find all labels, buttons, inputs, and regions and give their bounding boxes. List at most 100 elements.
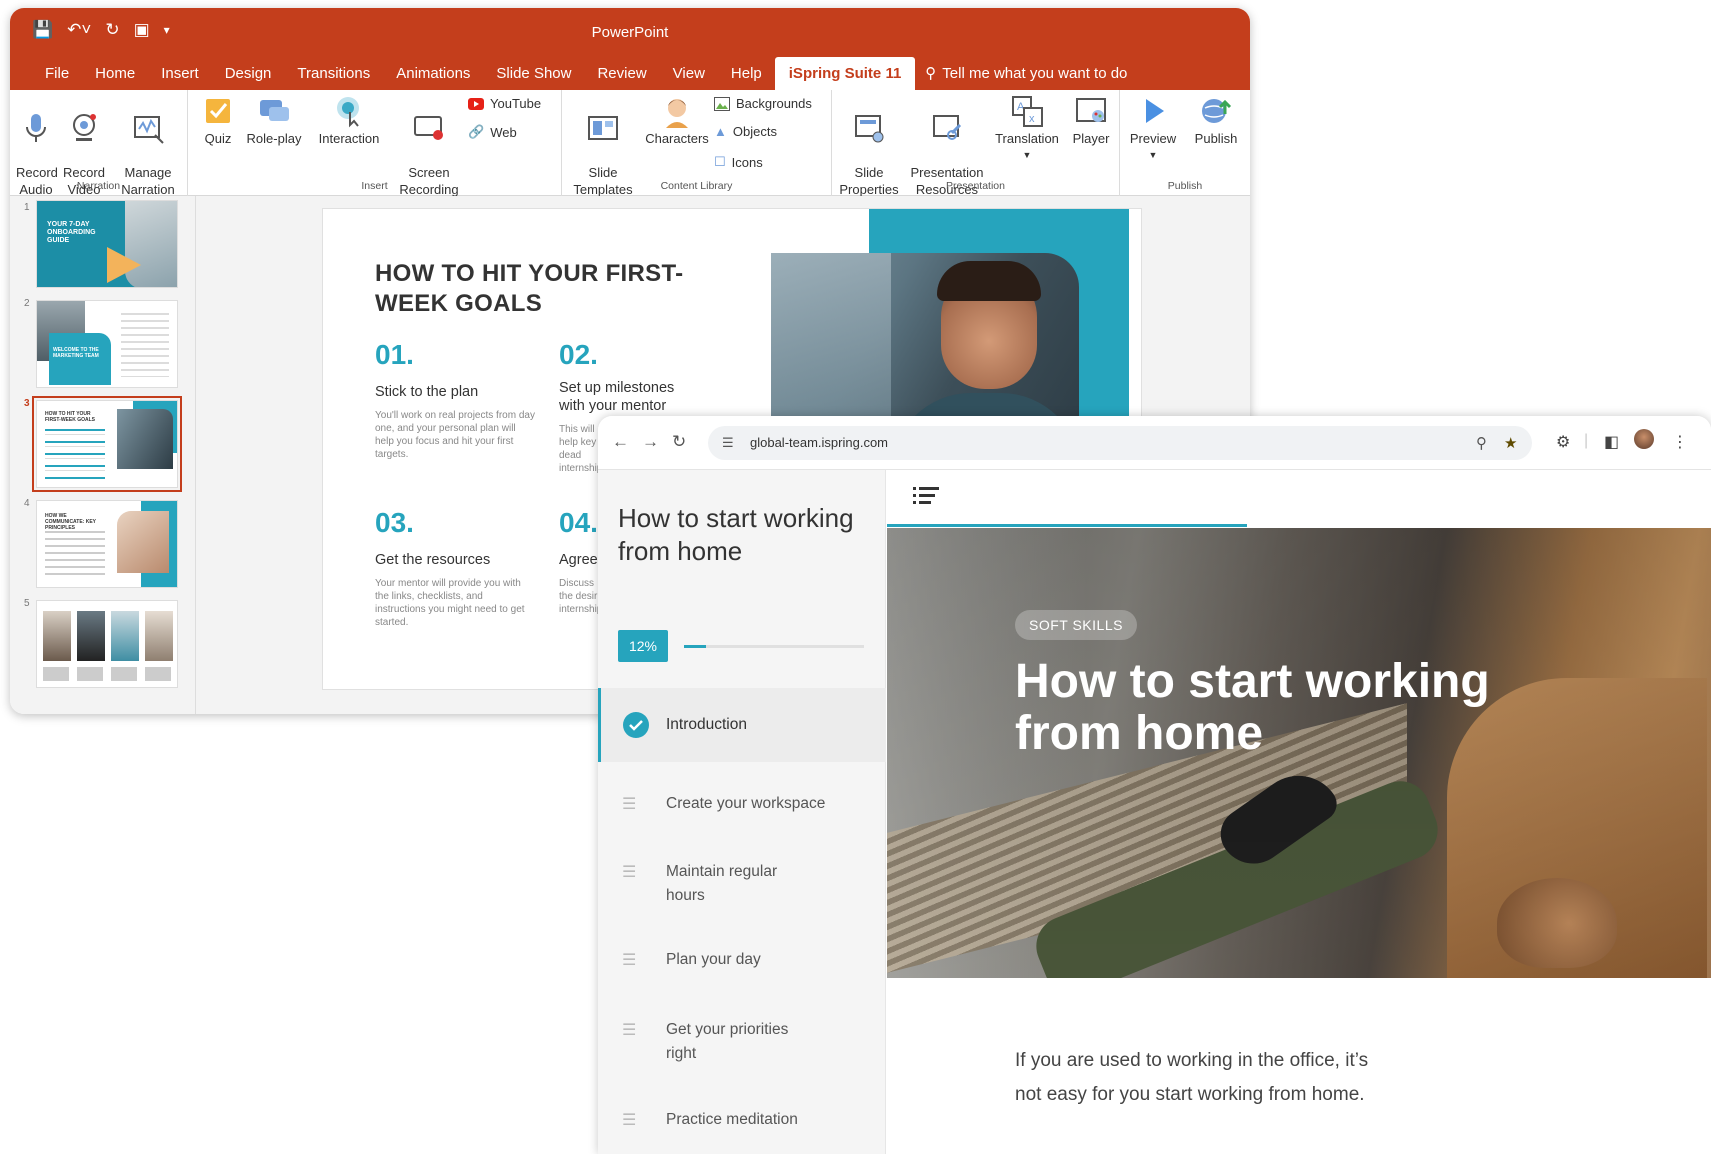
- objects-button[interactable]: ▲ Objects: [714, 124, 777, 139]
- timeline-icon: [134, 116, 164, 144]
- lesson-item[interactable]: ☰ Plan your day: [598, 934, 886, 990]
- thumb-number: 1: [24, 202, 30, 213]
- backgrounds-button[interactable]: Backgrounds: [714, 96, 812, 111]
- player-button[interactable]: Player: [1066, 94, 1116, 147]
- tell-me-box[interactable]: ⚲ Tell me what you want to do: [915, 64, 1127, 90]
- forward-icon[interactable]: →: [642, 432, 659, 452]
- item-heading: Get the resources: [375, 552, 491, 568]
- tab-insert[interactable]: Insert: [148, 65, 212, 90]
- more-menu-icon[interactable]: ⋮: [1672, 432, 1688, 452]
- back-icon[interactable]: ←: [612, 432, 629, 452]
- play-icon: [1146, 99, 1164, 123]
- slide-thumbnail-4[interactable]: HOW WE COMMUNICATE: KEY PRINCIPLES: [36, 500, 178, 588]
- reload-icon[interactable]: ↻: [672, 432, 686, 452]
- browser-window: ← → ↻ ☰ global-team.ispring.com ⚲ ★ ⚙ | …: [598, 416, 1711, 1154]
- item-text: Your mentor will provide you with the li…: [375, 578, 525, 628]
- lightbulb-icon: ⚲: [925, 65, 937, 82]
- lesson-body-text: If you are used to working in the office…: [1015, 1050, 1369, 1105]
- preview-dropdown-icon: ▼: [1148, 150, 1158, 160]
- thumb-number: 3: [24, 398, 30, 409]
- tab-home[interactable]: Home: [82, 65, 148, 90]
- player-icon: [1076, 98, 1106, 122]
- thumb-number: 2: [24, 298, 30, 309]
- link-icon: 🔗: [468, 124, 485, 139]
- role-play-icon: [260, 100, 289, 121]
- quiz-button[interactable]: Quiz: [198, 94, 238, 147]
- quiz-icon: [206, 99, 230, 123]
- site-settings-icon[interactable]: ☰: [722, 435, 734, 451]
- group-narration: Record Audio Record Video Manage Narrati…: [10, 90, 188, 197]
- translation-button[interactable]: Ax Translation ▼: [992, 94, 1062, 164]
- lesson-label: Introduction: [666, 716, 747, 733]
- thumb-1-triangle: [107, 247, 141, 283]
- tab-view[interactable]: View: [660, 65, 718, 90]
- outline-menu-icon[interactable]: [911, 484, 941, 508]
- slide-title: HOW TO HIT YOUR FIRST-WEEK GOALS: [375, 260, 684, 317]
- slide-thumbnails-pane: 1 YOUR 7-DAY ONBOARDING GUIDE 2 WELCOME …: [10, 196, 196, 714]
- lesson-content: SOFT SKILLS How to start working from ho…: [887, 470, 1711, 1154]
- person-hair: [937, 261, 1041, 301]
- lesson-item[interactable]: ☰ Practice meditation: [598, 1094, 886, 1150]
- tab-file[interactable]: File: [32, 65, 82, 90]
- content-header: [887, 470, 1711, 526]
- category-tag: SOFT SKILLS: [1015, 610, 1137, 640]
- slide-thumbnail-3[interactable]: HOW TO HIT YOUR FIRST-WEEK GOALS: [32, 396, 182, 492]
- reading-progress-bar: [887, 524, 1247, 527]
- web-button[interactable]: 🔗 Web: [468, 124, 517, 140]
- youtube-icon: [468, 97, 484, 110]
- tell-me-text: Tell me what you want to do: [942, 64, 1128, 82]
- tab-transitions[interactable]: Transitions: [284, 65, 383, 90]
- presentation-group-label: Presentation: [946, 180, 1005, 192]
- tab-review[interactable]: Review: [584, 65, 659, 90]
- thumb-2-title: WELCOME TO THE MARKETING TEAM: [53, 347, 99, 359]
- hero-banner: SOFT SKILLS How to start working from ho…: [887, 528, 1711, 978]
- objects-icon: ▲: [714, 124, 727, 139]
- role-play-button[interactable]: Role-play: [244, 94, 304, 147]
- zoom-icon[interactable]: ⚲: [1476, 434, 1487, 452]
- slide-thumbnail-5[interactable]: [36, 600, 178, 688]
- slide-thumbnail-1[interactable]: YOUR 7-DAY ONBOARDING GUIDE: [36, 200, 178, 288]
- content-library-group-label: Content Library: [660, 180, 733, 192]
- youtube-button[interactable]: YouTube: [468, 96, 541, 111]
- lesson-item[interactable]: ☰ Get your priorities right: [598, 1004, 886, 1072]
- lesson-item[interactable]: ☰ Create your workspace: [598, 778, 886, 834]
- preview-button[interactable]: Preview ▼: [1124, 94, 1182, 164]
- narration-group-label: Narration: [76, 180, 121, 192]
- microphone-icon: [26, 114, 46, 142]
- progress-bar-fill: [684, 645, 706, 648]
- toolbar-divider: |: [1584, 432, 1589, 449]
- tab-help[interactable]: Help: [718, 65, 775, 90]
- extensions-icon[interactable]: ⚙: [1556, 432, 1570, 452]
- tab-ispring-suite[interactable]: iSpring Suite 11: [774, 57, 916, 90]
- publish-button[interactable]: Publish: [1186, 94, 1246, 147]
- translation-dropdown-icon: ▼: [1022, 150, 1032, 160]
- slide-thumbnail-2[interactable]: WELCOME TO THE MARKETING TEAM: [36, 300, 178, 388]
- group-insert: Quiz Role-play Interaction Screen Record…: [188, 90, 562, 197]
- bookmark-star-icon[interactable]: ★: [1504, 434, 1517, 452]
- profile-avatar[interactable]: [1634, 429, 1654, 449]
- lesson-item[interactable]: ☰ Maintain regular hours: [598, 846, 886, 914]
- resources-icon: [933, 115, 962, 140]
- interaction-button[interactable]: Interaction: [310, 94, 388, 147]
- item-number: 01.: [375, 339, 414, 370]
- thumb-4-title: HOW WE COMMUNICATE: KEY PRINCIPLES: [45, 513, 96, 531]
- picture-icon: [714, 96, 730, 111]
- characters-button[interactable]: Characters: [642, 94, 712, 147]
- side-panel-icon[interactable]: ◧: [1604, 432, 1619, 452]
- completed-check-icon: [623, 712, 649, 738]
- lesson-item-introduction[interactable]: Introduction: [598, 688, 886, 762]
- address-bar[interactable]: ☰ global-team.ispring.com ⚲ ★: [708, 426, 1532, 460]
- lesson-label: Plan your day: [666, 951, 761, 968]
- thumb-3-title: HOW TO HIT YOUR FIRST-WEEK GOALS: [45, 411, 95, 423]
- webcam-icon: [73, 114, 96, 141]
- icons-button[interactable]: ☐ Icons: [714, 154, 763, 170]
- item-heading: Set up milestones with your mentor: [559, 380, 675, 414]
- tab-animations[interactable]: Animations: [383, 65, 483, 90]
- group-presentation: Slide Properties Presentation Resources …: [832, 90, 1120, 197]
- tab-slide-show[interactable]: Slide Show: [483, 65, 584, 90]
- translation-icon: Ax: [1012, 96, 1043, 127]
- tab-design[interactable]: Design: [212, 65, 285, 90]
- publish-globe-icon: [1202, 99, 1232, 123]
- slide-item-1: 01. Stick to the plan You'll work on rea…: [375, 339, 535, 461]
- group-publish: Preview ▼ Publish Publish: [1120, 90, 1250, 196]
